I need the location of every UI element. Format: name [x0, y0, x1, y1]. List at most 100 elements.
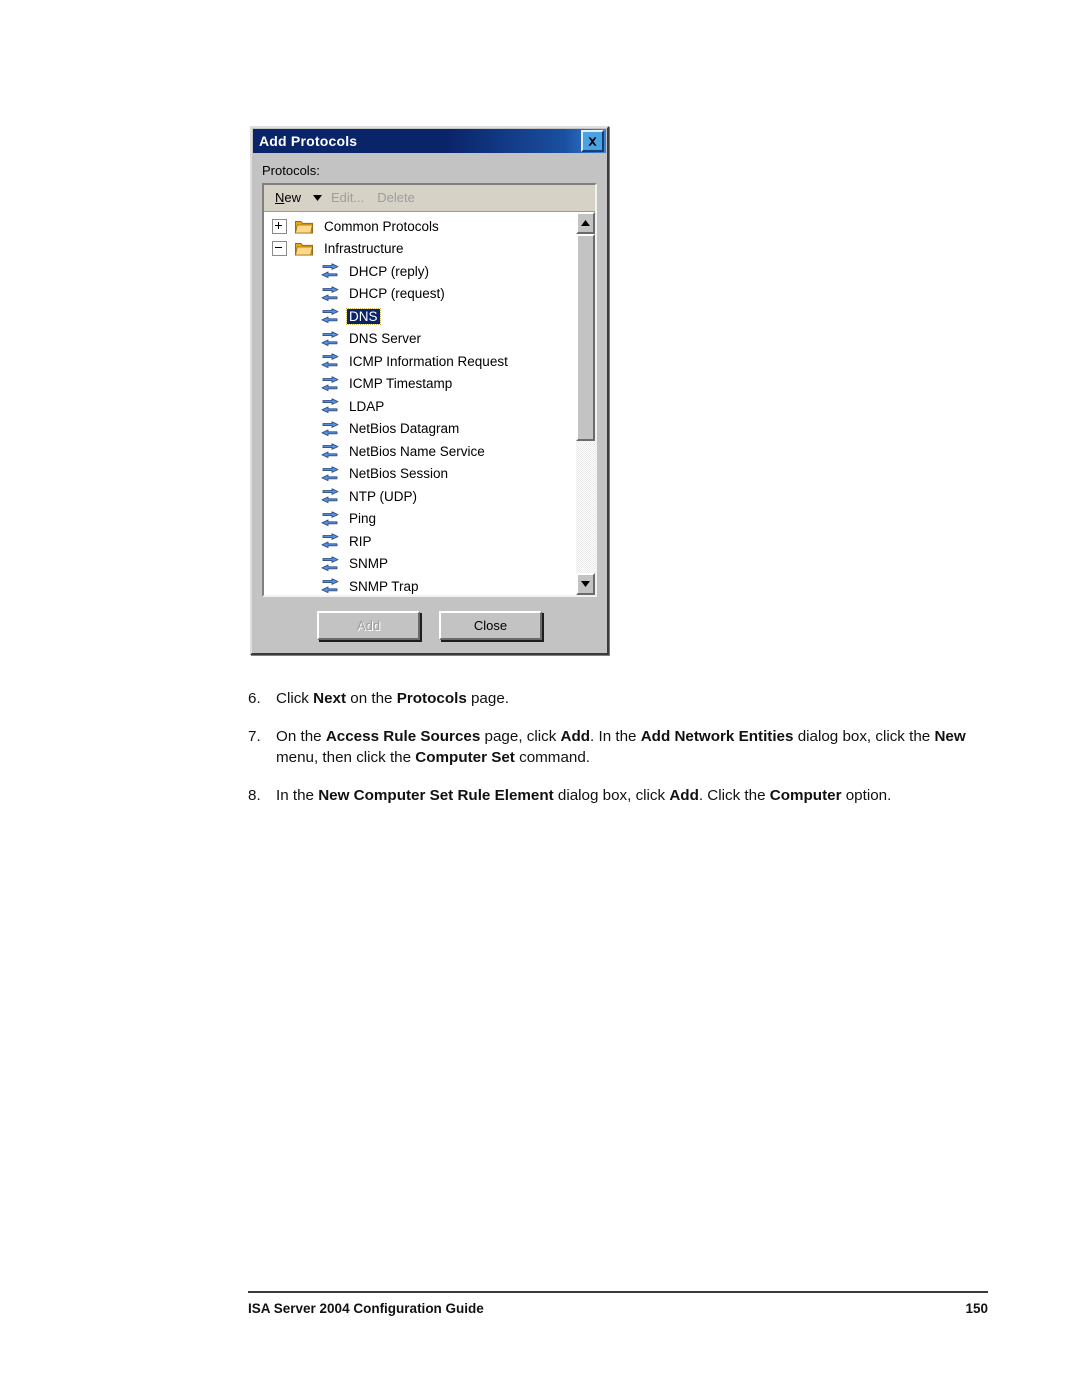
protocol-icon — [321, 263, 347, 279]
folder-icon — [295, 219, 322, 234]
page-footer: ISA Server 2004 Configuration Guide 150 — [248, 1291, 988, 1316]
dialog-title: Add Protocols — [259, 133, 358, 149]
procedure-steps: 6. Click Next on the Protocols page. 7. On … — [248, 688, 988, 822]
step-emphasis: Access Rule Sources — [325, 727, 481, 745]
step-plain: page, click — [480, 727, 561, 745]
tree-folder-row[interactable]: Common Protocols — [264, 215, 575, 238]
tree-item-label: RIP — [349, 533, 372, 549]
vertical-scrollbar[interactable] — [575, 212, 595, 595]
add-protocols-dialog: Add Protocols Protocols: New Edit... Del… — [250, 126, 609, 655]
folder-icon — [295, 241, 322, 256]
tree-protocol-row[interactable]: DHCP (reply) — [264, 260, 575, 283]
step-plain: dialog box, click — [553, 786, 670, 804]
protocol-icon — [321, 466, 347, 482]
step-emphasis: Computer Set — [415, 749, 515, 766]
tree-protocol-row[interactable]: NTP (UDP) — [264, 485, 575, 508]
protocol-icon — [321, 443, 347, 459]
new-menu-label: ew — [284, 190, 302, 205]
collapse-minus-icon[interactable] — [272, 241, 287, 257]
step-number: 7. — [248, 727, 261, 745]
step-plain: On the — [276, 727, 326, 745]
footer-guide-title: ISA Server 2004 Configuration Guide — [248, 1301, 484, 1316]
tree-protocol-row[interactable]: LDAP — [264, 395, 575, 418]
scroll-down-arrow-icon[interactable] — [576, 573, 595, 595]
protocols-tree[interactable]: Common Protocols Infrastructure DHCP (repl… — [264, 212, 575, 595]
expand-plus-icon[interactable] — [272, 218, 287, 234]
protocol-icon — [321, 353, 347, 369]
scrollbar-track[interactable] — [576, 234, 595, 573]
step-emphasis: Add Network Entities — [640, 727, 794, 745]
step-plain: Click — [276, 690, 314, 707]
protocol-icon — [321, 533, 347, 549]
tree-item-label: ICMP Timestamp — [349, 376, 453, 392]
protocol-icon — [321, 308, 347, 324]
tree-item-label: DNS — [346, 307, 381, 325]
tree-folder-row[interactable]: Infrastructure — [264, 238, 575, 261]
step-emphasis: Add — [669, 786, 699, 804]
procedure-step: 6. Click Next on the Protocols page. — [248, 688, 988, 710]
procedure-step: 8. In the New Computer Set Rule Element d… — [248, 785, 988, 807]
step-plain: . Click the — [698, 786, 770, 804]
step-text: In the New Computer Set Rule Element dia… — [276, 785, 988, 807]
protocols-tree-wrap: Common Protocols Infrastructure DHCP (repl… — [264, 212, 595, 595]
tree-item-label: LDAP — [349, 398, 385, 414]
protocol-icon — [321, 421, 347, 437]
step-plain: In the — [276, 786, 319, 804]
scrollbar-thumb[interactable] — [576, 234, 595, 441]
footer-page-number: 150 — [965, 1301, 988, 1316]
step-number: 8. — [248, 786, 261, 804]
step-plain: dialog box, click the — [793, 727, 935, 745]
tree-protocol-row[interactable]: NetBios Session — [264, 463, 575, 486]
new-menu-accel: N — [275, 190, 285, 205]
tree-item-label: Infrastructure — [324, 241, 404, 257]
new-menu-button[interactable]: New — [271, 189, 307, 206]
step-emphasis: Add — [560, 727, 591, 745]
tree-item-label: NetBios Session — [349, 466, 449, 482]
procedure-step: 7. On the Access Rule Sources page, click… — [248, 726, 988, 769]
dialog-body: Protocols: New Edit... Delete Common Pro… — [252, 154, 607, 653]
list-toolbar: New Edit... Delete — [264, 185, 595, 212]
tree-protocol-row[interactable]: RIP — [264, 530, 575, 553]
tree-protocol-row[interactable]: DNS Server — [264, 328, 575, 351]
scroll-up-arrow-icon[interactable] — [576, 212, 595, 234]
tree-protocol-row[interactable]: NetBios Datagram — [264, 418, 575, 441]
footer-row: ISA Server 2004 Configuration Guide 150 — [248, 1301, 988, 1316]
close-button[interactable]: Close — [439, 611, 542, 640]
tree-item-label: ICMP Information Request — [349, 353, 508, 369]
step-number: 6. — [248, 690, 261, 707]
step-plain: option. — [841, 786, 892, 804]
tree-protocol-row[interactable]: DHCP (request) — [264, 283, 575, 306]
step-plain: . In the — [590, 727, 641, 745]
protocol-icon — [321, 578, 347, 594]
protocol-icon — [321, 376, 347, 392]
tree-protocol-row[interactable]: NetBios Name Service — [264, 440, 575, 463]
step-plain: on the — [346, 690, 397, 707]
tree-item-label: Ping — [349, 511, 377, 527]
delete-button[interactable]: Delete — [373, 189, 421, 206]
tree-protocol-row[interactable]: DNS — [264, 305, 575, 328]
protocol-icon — [321, 286, 347, 302]
dialog-title-bar[interactable]: Add Protocols — [253, 129, 606, 153]
tree-item-label: NetBios Name Service — [349, 443, 485, 459]
protocol-icon — [321, 511, 347, 527]
step-text: On the Access Rule Sources page, click A… — [276, 726, 988, 769]
tree-item-label: SNMP Trap — [349, 578, 419, 594]
tree-protocol-row[interactable]: Ping — [264, 508, 575, 531]
tree-protocol-row[interactable]: ICMP Information Request — [264, 350, 575, 373]
tree-protocol-row[interactable]: SNMP — [264, 553, 575, 576]
close-icon[interactable] — [581, 130, 604, 152]
chevron-down-icon[interactable] — [310, 194, 324, 201]
add-button[interactable]: Add — [317, 611, 420, 640]
step-emphasis: New Computer Set Rule Element — [318, 786, 554, 804]
protocols-list-panel: New Edit... Delete Common Protocols Infra… — [262, 183, 597, 597]
step-plain: page. — [466, 690, 509, 707]
step-plain: menu, then click the — [276, 749, 416, 766]
step-emphasis: New — [934, 727, 966, 745]
dialog-button-row: Add Close — [262, 611, 597, 642]
tree-protocol-row[interactable]: ICMP Timestamp — [264, 373, 575, 396]
protocols-label: Protocols: — [262, 163, 320, 178]
protocol-icon — [321, 556, 347, 572]
tree-protocol-row[interactable]: SNMP Trap — [264, 575, 575, 595]
edit-button[interactable]: Edit... — [327, 189, 370, 206]
tree-item-label: Common Protocols — [324, 218, 439, 234]
